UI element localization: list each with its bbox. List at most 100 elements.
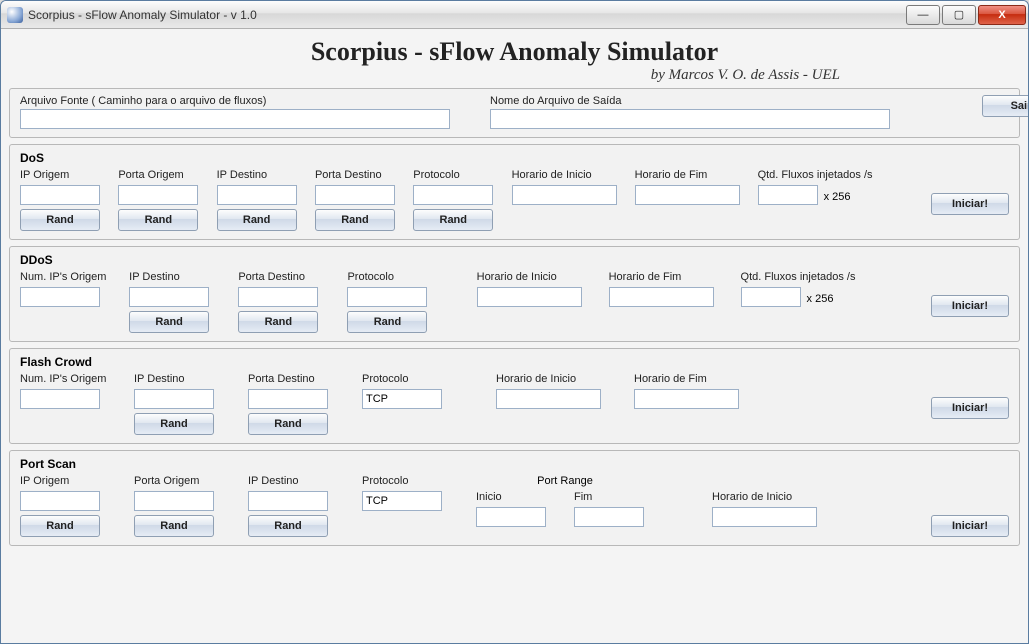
ddos-protocolo-label: Protocolo [347, 271, 438, 283]
ddos-horario-fim-label: Horario de Fim [609, 271, 723, 283]
dos-porta-origem-input[interactable] [118, 185, 198, 205]
portscan-panel: Port Scan IP Origem Rand Porta Origem Ra… [9, 450, 1020, 546]
titlebar: Scorpius - sFlow Anomaly Simulator - v 1… [1, 1, 1028, 29]
flash-porta-destino-label: Porta Destino [248, 373, 344, 385]
ddos-num-ips-label: Num. IP's Origem [20, 271, 111, 283]
portscan-title: Port Scan [20, 457, 1009, 471]
flash-num-ips-label: Num. IP's Origem [20, 373, 116, 385]
flash-start-button[interactable]: Iniciar! [931, 397, 1009, 419]
ddos-qtd-fluxos-label: Qtd. Fluxos injetados /s [741, 271, 883, 283]
ps-inicio-input[interactable] [476, 507, 546, 527]
ddos-num-ips-input[interactable] [20, 287, 100, 307]
dos-qtd-fluxos-input[interactable] [758, 185, 818, 205]
ps-porta-origem-rand[interactable]: Rand [134, 515, 214, 537]
content-area: Scorpius - sFlow Anomaly Simulator by Ma… [1, 29, 1028, 643]
ddos-start-button[interactable]: Iniciar! [931, 295, 1009, 317]
dos-horario-inicio-input[interactable] [512, 185, 617, 205]
dos-qtd-fluxos-label: Qtd. Fluxos injetados /s [758, 169, 883, 181]
flash-title: Flash Crowd [20, 355, 1009, 369]
output-file-input[interactable] [490, 109, 890, 129]
dos-title: DoS [20, 151, 1009, 165]
java-app-icon [7, 7, 23, 23]
dos-protocolo-rand[interactable]: Rand [413, 209, 493, 231]
dos-ip-destino-input[interactable] [217, 185, 297, 205]
dos-horario-fim-label: Horario de Fim [635, 169, 740, 181]
ps-porta-origem-label: Porta Origem [134, 475, 230, 487]
flash-horario-fim-input[interactable] [634, 389, 739, 409]
ps-porta-origem-input[interactable] [134, 491, 214, 511]
ddos-protocolo-rand[interactable]: Rand [347, 311, 427, 333]
ps-protocolo-input[interactable] [362, 491, 442, 511]
ps-horario-inicio-label: Horario de Inicio [712, 491, 832, 503]
ddos-ip-destino-input[interactable] [129, 287, 209, 307]
source-file-input[interactable] [20, 109, 450, 129]
dos-ip-destino-label: IP Destino [217, 169, 297, 181]
dos-horario-fim-input[interactable] [635, 185, 740, 205]
ddos-porta-destino-rand[interactable]: Rand [238, 311, 318, 333]
ps-inicio-label: Inicio [476, 491, 556, 503]
ps-ip-destino-rand[interactable]: Rand [248, 515, 328, 537]
ddos-porta-destino-label: Porta Destino [238, 271, 329, 283]
dos-panel: DoS IP Origem Rand Porta Origem Rand IP … [9, 144, 1020, 240]
ps-horario-inicio-input[interactable] [712, 507, 817, 527]
ddos-protocolo-input[interactable] [347, 287, 427, 307]
ddos-horario-fim-input[interactable] [609, 287, 714, 307]
dos-porta-destino-rand[interactable]: Rand [315, 209, 395, 231]
ddos-ip-destino-rand[interactable]: Rand [129, 311, 209, 333]
ddos-porta-destino-input[interactable] [238, 287, 318, 307]
ddos-x256-label: x 256 [807, 293, 834, 305]
ps-ip-origem-input[interactable] [20, 491, 100, 511]
dos-porta-destino-label: Porta Destino [315, 169, 395, 181]
ps-fim-input[interactable] [574, 507, 644, 527]
ps-start-button[interactable]: Iniciar! [931, 515, 1009, 537]
dos-ip-destino-rand[interactable]: Rand [217, 209, 297, 231]
flash-num-ips-input[interactable] [20, 389, 100, 409]
flash-panel: Flash Crowd Num. IP's Origem IP Destino … [9, 348, 1020, 444]
close-button[interactable]: X [978, 5, 1026, 25]
dos-ip-origem-label: IP Origem [20, 169, 100, 181]
flash-horario-inicio-input[interactable] [496, 389, 601, 409]
files-panel: Arquivo Fonte ( Caminho para o arquivo d… [9, 88, 1020, 138]
ddos-horario-inicio-label: Horario de Inicio [477, 271, 591, 283]
dos-protocolo-label: Protocolo [413, 169, 493, 181]
dos-x256-label: x 256 [824, 191, 851, 203]
ps-protocolo-label: Protocolo [362, 475, 458, 487]
ddos-panel: DDoS Num. IP's Origem IP Destino Rand Po… [9, 246, 1020, 342]
dos-porta-destino-input[interactable] [315, 185, 395, 205]
dos-start-button[interactable]: Iniciar! [931, 193, 1009, 215]
dos-ip-origem-input[interactable] [20, 185, 100, 205]
dos-porta-origem-label: Porta Origem [118, 169, 198, 181]
ps-port-range-label: Port Range [476, 475, 654, 487]
flash-protocolo-label: Protocolo [362, 373, 458, 385]
window-title: Scorpius - sFlow Anomaly Simulator - v 1… [28, 8, 904, 22]
ddos-ip-destino-label: IP Destino [129, 271, 220, 283]
dos-ip-origem-rand[interactable]: Rand [20, 209, 100, 231]
ps-ip-destino-label: IP Destino [248, 475, 344, 487]
ps-ip-destino-input[interactable] [248, 491, 328, 511]
ddos-qtd-fluxos-input[interactable] [741, 287, 801, 307]
minimize-button[interactable]: — [906, 5, 940, 25]
ddos-horario-inicio-input[interactable] [477, 287, 582, 307]
dos-protocolo-input[interactable] [413, 185, 493, 205]
source-file-label: Arquivo Fonte ( Caminho para o arquivo d… [20, 95, 460, 107]
flash-horario-inicio-label: Horario de Inicio [496, 373, 616, 385]
flash-porta-destino-input[interactable] [248, 389, 328, 409]
flash-ip-destino-input[interactable] [134, 389, 214, 409]
dos-horario-inicio-label: Horario de Inicio [512, 169, 617, 181]
ps-ip-origem-label: IP Origem [20, 475, 116, 487]
output-file-label: Nome do Arquivo de Saída [490, 95, 910, 107]
exit-button[interactable]: Sair [982, 95, 1028, 117]
flash-horario-fim-label: Horario de Fim [634, 373, 754, 385]
dos-porta-origem-rand[interactable]: Rand [118, 209, 198, 231]
flash-ip-destino-rand[interactable]: Rand [134, 413, 214, 435]
flash-ip-destino-label: IP Destino [134, 373, 230, 385]
window-controls: — ▢ X [904, 5, 1026, 25]
app-window: Scorpius - sFlow Anomaly Simulator - v 1… [0, 0, 1029, 644]
flash-protocolo-input[interactable] [362, 389, 442, 409]
app-title: Scorpius - sFlow Anomaly Simulator [9, 37, 1020, 67]
maximize-button[interactable]: ▢ [942, 5, 976, 25]
ps-ip-origem-rand[interactable]: Rand [20, 515, 100, 537]
flash-porta-destino-rand[interactable]: Rand [248, 413, 328, 435]
app-subtitle: by Marcos V. O. de Assis - UEL [9, 67, 1020, 84]
header: Scorpius - sFlow Anomaly Simulator by Ma… [9, 35, 1020, 88]
